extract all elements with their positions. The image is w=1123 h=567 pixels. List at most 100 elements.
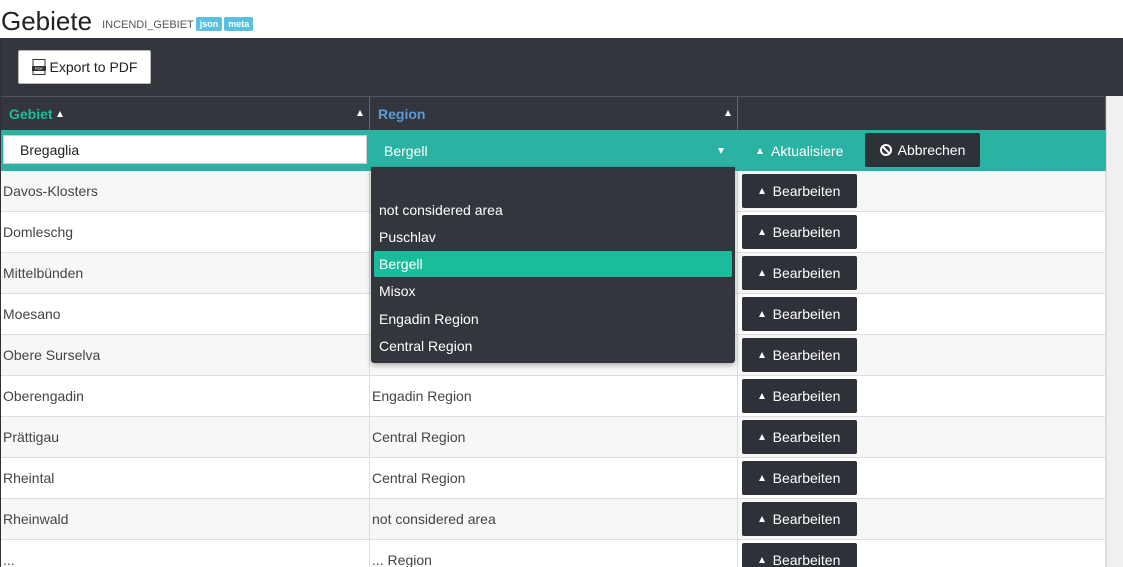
table-header: Gebiet Region (1, 96, 1123, 130)
edit-cell-actions: Aktualisiere Abbrechen (738, 130, 1106, 171)
chevron-down-icon (718, 148, 724, 154)
cell-actions: Bearbeiten (738, 212, 1106, 252)
edit-cell-gebiet (1, 130, 370, 171)
edit-button[interactable]: Bearbeiten (742, 256, 857, 290)
caret-up-icon (758, 475, 765, 481)
edit-button[interactable]: Bearbeiten (742, 379, 857, 413)
edit-button[interactable]: Bearbeiten (742, 543, 857, 567)
export-pdf-label: Export to PDF (49, 59, 138, 75)
ban-icon (879, 144, 892, 156)
cell-gebiet: Domleschg (1, 212, 370, 252)
cell-actions: Bearbeiten (738, 540, 1106, 567)
edit-label: Bearbeiten (772, 183, 841, 199)
cell-region: ... Region (370, 540, 738, 567)
meta-badge[interactable]: meta (224, 17, 254, 31)
cell-actions: Bearbeiten (738, 458, 1106, 498)
page-title: Gebiete (1, 6, 93, 36)
column-header-region[interactable]: Region (370, 97, 738, 130)
cell-gebiet: Rheinwald (1, 499, 370, 539)
sort-icon[interactable] (357, 110, 363, 116)
caret-up-icon (758, 229, 765, 235)
cell-gebiet: Oberengadin (1, 376, 370, 416)
edit-label: Bearbeiten (772, 388, 841, 404)
edit-button[interactable]: Bearbeiten (742, 297, 857, 331)
cell-region: Central Region (370, 458, 738, 498)
dropdown-option-selected[interactable]: Bergell (374, 251, 732, 277)
caret-up-icon (758, 311, 765, 317)
cell-gebiet: Rheintal (1, 458, 370, 498)
gebiet-input[interactable] (3, 135, 367, 164)
edit-label: Bearbeiten (772, 470, 841, 486)
table-row: Prättigau Central Region Bearbeiten (1, 417, 1123, 458)
dropdown-option[interactable]: Puschlav (374, 224, 732, 250)
edit-button[interactable]: Bearbeiten (742, 174, 857, 208)
pdf-icon: PDF (31, 59, 46, 75)
sort-asc-icon (56, 110, 63, 117)
edit-button[interactable]: Bearbeiten (742, 338, 857, 372)
edit-label: Bearbeiten (772, 306, 841, 322)
sort-icon[interactable] (725, 110, 731, 116)
cell-actions: Bearbeiten (738, 294, 1106, 334)
toolbar: PDF Export to PDF (1, 38, 1123, 96)
cell-actions: Bearbeiten (738, 335, 1106, 375)
dropdown-option[interactable]: Central Region (374, 333, 732, 359)
cell-actions: Bearbeiten (738, 499, 1106, 539)
cell-gebiet: Davos-Klosters (1, 171, 370, 211)
edit-label: Bearbeiten (772, 429, 841, 445)
cell-gebiet: Prättigau (1, 417, 370, 457)
svg-text:PDF: PDF (35, 66, 44, 71)
edit-row: Bergell Aktualisiere Abbrechen (1, 130, 1123, 171)
region-select[interactable]: Bergell (370, 130, 738, 171)
dropdown-option-empty[interactable] (374, 171, 732, 197)
page-header: Gebiete INCENDI_GEBIET json meta (0, 0, 254, 36)
caret-up-icon (758, 557, 765, 563)
region-dropdown: not considered area Puschlav Bergell Mis… (371, 167, 735, 363)
table-row: Rheinwald not considered area Bearbeiten (1, 499, 1123, 540)
edit-label: Bearbeiten (772, 265, 841, 281)
update-button[interactable]: Aktualisiere (742, 135, 858, 166)
edit-button[interactable]: Bearbeiten (742, 215, 857, 249)
cancel-label: Abbrechen (897, 142, 966, 158)
caret-up-icon (758, 188, 765, 194)
dropdown-option[interactable]: not considered area (374, 197, 732, 223)
cell-region: not considered area (370, 499, 738, 539)
table-row: ... ... Region Bearbeiten (1, 540, 1123, 567)
cell-actions: Bearbeiten (738, 417, 1106, 457)
scrollbar[interactable] (1106, 96, 1123, 567)
edit-button[interactable]: Bearbeiten (742, 420, 857, 454)
cell-gebiet: Mittelbünden (1, 253, 370, 293)
caret-up-icon (758, 434, 765, 440)
cell-actions: Bearbeiten (738, 253, 1106, 293)
cell-gebiet: ... (1, 540, 370, 567)
edit-button[interactable]: Bearbeiten (742, 461, 857, 495)
edit-label: Bearbeiten (772, 224, 841, 240)
export-pdf-button[interactable]: PDF Export to PDF (18, 50, 151, 84)
json-badge[interactable]: json (195, 17, 223, 31)
edit-label: Bearbeiten (772, 347, 841, 363)
cell-actions: Bearbeiten (738, 171, 1106, 211)
caret-up-icon (758, 393, 765, 399)
column-label-gebiet: Gebiet (9, 105, 53, 122)
caret-up-icon (757, 147, 763, 154)
edit-button[interactable]: Bearbeiten (742, 502, 857, 536)
edit-cell-region: Bergell (370, 130, 738, 171)
caret-up-icon (758, 352, 765, 358)
cell-region: Engadin Region (370, 376, 738, 416)
dropdown-option[interactable]: Misox (374, 278, 732, 304)
cancel-button[interactable]: Abbrechen (865, 133, 980, 167)
region-select-value: Bergell (384, 142, 428, 159)
column-label-region: Region (378, 105, 426, 122)
update-label: Aktualisiere (771, 142, 844, 159)
caret-up-icon (758, 516, 765, 522)
column-header-gebiet[interactable]: Gebiet (1, 97, 370, 130)
cell-gebiet: Moesano (1, 294, 370, 334)
cell-region: Central Region (370, 417, 738, 457)
edit-label: Bearbeiten (772, 511, 841, 527)
table-row: Oberengadin Engadin Region Bearbeiten (1, 376, 1123, 417)
dropdown-option[interactable]: Engadin Region (374, 306, 732, 332)
page-subtitle: INCENDI_GEBIET (102, 19, 194, 31)
edit-label: Bearbeiten (772, 552, 841, 567)
caret-up-icon (758, 270, 765, 276)
column-header-actions (738, 97, 1106, 130)
cell-actions: Bearbeiten (738, 376, 1106, 416)
